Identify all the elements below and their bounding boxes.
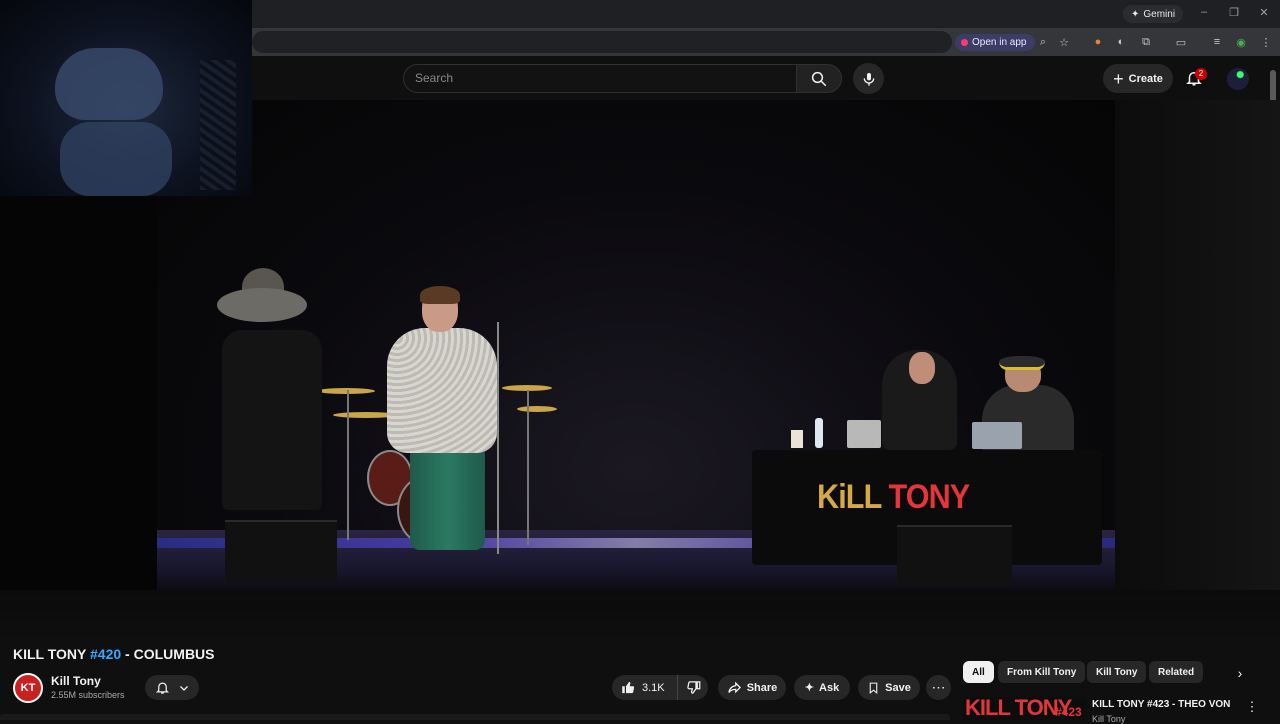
stand-shape [347, 390, 349, 540]
channel-avatar[interactable]: KT [13, 673, 43, 703]
cast-icon[interactable]: ▭ [1173, 34, 1189, 50]
cymbal-shape [317, 388, 375, 394]
notification-preferences-button[interactable] [145, 675, 199, 700]
browser-menu-icon[interactable]: ⋮ [1258, 34, 1274, 50]
stand-shape [527, 390, 529, 545]
bookmark-icon [869, 682, 878, 694]
chevron-right-icon[interactable]: › [1229, 662, 1251, 684]
stage-monitor [897, 525, 1012, 587]
host-cap [999, 356, 1045, 370]
thumbs-up-icon [622, 681, 635, 694]
comedian-shirt [387, 328, 497, 453]
sparkle-icon: ✦ [804, 682, 815, 694]
create-button[interactable]: + Create [1103, 64, 1173, 93]
voice-search-button[interactable] [853, 63, 884, 94]
sombrero-brim [217, 288, 307, 322]
open-in-app-label: Open in app [972, 37, 1027, 48]
comedian-hair [420, 286, 460, 304]
bottle-shape [815, 418, 823, 448]
laptop-shape [847, 420, 881, 448]
chip-kill-tony[interactable]: Kill Tony [1087, 661, 1147, 683]
chair-shape [55, 48, 163, 120]
more-vertical-icon[interactable]: ⋮ [1245, 699, 1259, 715]
gemini-label: Gemini [1143, 8, 1176, 20]
chair-shape [60, 122, 172, 196]
share-arrow-icon [727, 681, 741, 694]
profile-icon[interactable]: ◉ [1233, 34, 1249, 50]
zoom-icon[interactable]: ⌕ [1035, 34, 1051, 50]
minimize-button[interactable]: – [1197, 6, 1211, 18]
plant-shape [200, 60, 236, 190]
recommendation-thumbnail[interactable]: KILL TONY #423 [963, 697, 1086, 720]
saxophone-player [222, 330, 322, 510]
video-bottom-area [0, 590, 1280, 640]
search-button[interactable] [796, 64, 842, 93]
account-avatar[interactable] [1227, 68, 1249, 90]
title-hashtag-link[interactable]: #420 [90, 646, 121, 662]
like-dislike-group: 3.1K [612, 675, 708, 700]
search-icon [811, 71, 827, 86]
microphone-icon [863, 72, 874, 86]
gemini-button[interactable]: ✦ Gemini [1123, 5, 1184, 23]
chip-related[interactable]: Related [1149, 661, 1204, 683]
create-label: Create [1128, 72, 1163, 85]
bell-icon [155, 682, 169, 694]
restore-button[interactable]: ❐ [1227, 6, 1241, 19]
share-button[interactable]: Share [718, 675, 786, 700]
title-suffix: - COLUMBUS [121, 646, 215, 662]
kill-tony-banner: KiLL TONY [817, 478, 970, 517]
save-label: Save [885, 681, 911, 694]
banner-word-kill: KiLL [817, 478, 882, 516]
comedian-pants [410, 445, 485, 550]
open-in-app-button[interactable]: Open in app [955, 34, 1035, 51]
host-head [909, 352, 935, 384]
recommendation-channel[interactable]: Kill Tony [1092, 714, 1125, 724]
ask-button[interactable]: ✦ Ask [794, 675, 850, 700]
stage-monitor [225, 520, 337, 582]
extension-icon[interactable]: ◐ [1113, 34, 1129, 50]
subscriber-count: 2.55M subscribers [51, 690, 125, 700]
laptop-shape [972, 422, 1022, 449]
more-horizontal-icon: ⋯ [931, 679, 946, 695]
save-button[interactable]: Save [858, 675, 920, 700]
chip-all[interactable]: All [963, 661, 994, 683]
extensions-puzzle-icon[interactable]: ⧉ [1138, 34, 1154, 50]
webcam-overlay [0, 0, 252, 196]
extension-icon[interactable]: ● [1090, 34, 1106, 50]
cup-shape [791, 430, 803, 448]
video-letterbox-left [0, 196, 157, 640]
channel-name[interactable]: Kill Tony [51, 674, 101, 688]
like-count: 3.1K [642, 681, 665, 694]
dislike-button[interactable] [678, 675, 708, 700]
like-button[interactable]: 3.1K [612, 675, 678, 700]
sparkle-icon: ✦ [1131, 8, 1140, 20]
mic-stand [497, 322, 499, 554]
bookmark-star-icon[interactable]: ☆ [1056, 34, 1072, 50]
share-label: Share [746, 681, 778, 694]
video-letterbox-right [1115, 100, 1280, 640]
ask-label: Ask [819, 681, 840, 694]
youtube-dot-icon [961, 39, 968, 46]
title-prefix: KILL TONY [13, 646, 91, 662]
media-controls-icon[interactable]: ≡ [1209, 34, 1225, 50]
notification-count-badge: 2 [1195, 68, 1207, 80]
thumb-number: #423 [1055, 705, 1082, 719]
banner-word-tony: TONY [888, 478, 970, 516]
recommendation-title[interactable]: KILL TONY #423 - THEO VON [1092, 699, 1230, 710]
search-input[interactable]: Search [403, 64, 796, 93]
cymbal-shape [517, 406, 557, 412]
video-title: KILL TONY #420 - COLUMBUS [13, 646, 215, 662]
description-box-edge[interactable] [0, 714, 950, 720]
address-bar[interactable] [252, 31, 952, 53]
thumbs-down-icon [686, 681, 700, 694]
chevron-down-icon [179, 685, 188, 691]
chip-from-kill-tony[interactable]: From Kill Tony [998, 661, 1086, 683]
plus-icon: + [1113, 68, 1124, 89]
video-player[interactable]: KiLL TONY [157, 100, 1115, 590]
close-window-button[interactable]: ✕ [1257, 6, 1271, 19]
more-actions-button[interactable]: ⋯ [926, 675, 951, 700]
